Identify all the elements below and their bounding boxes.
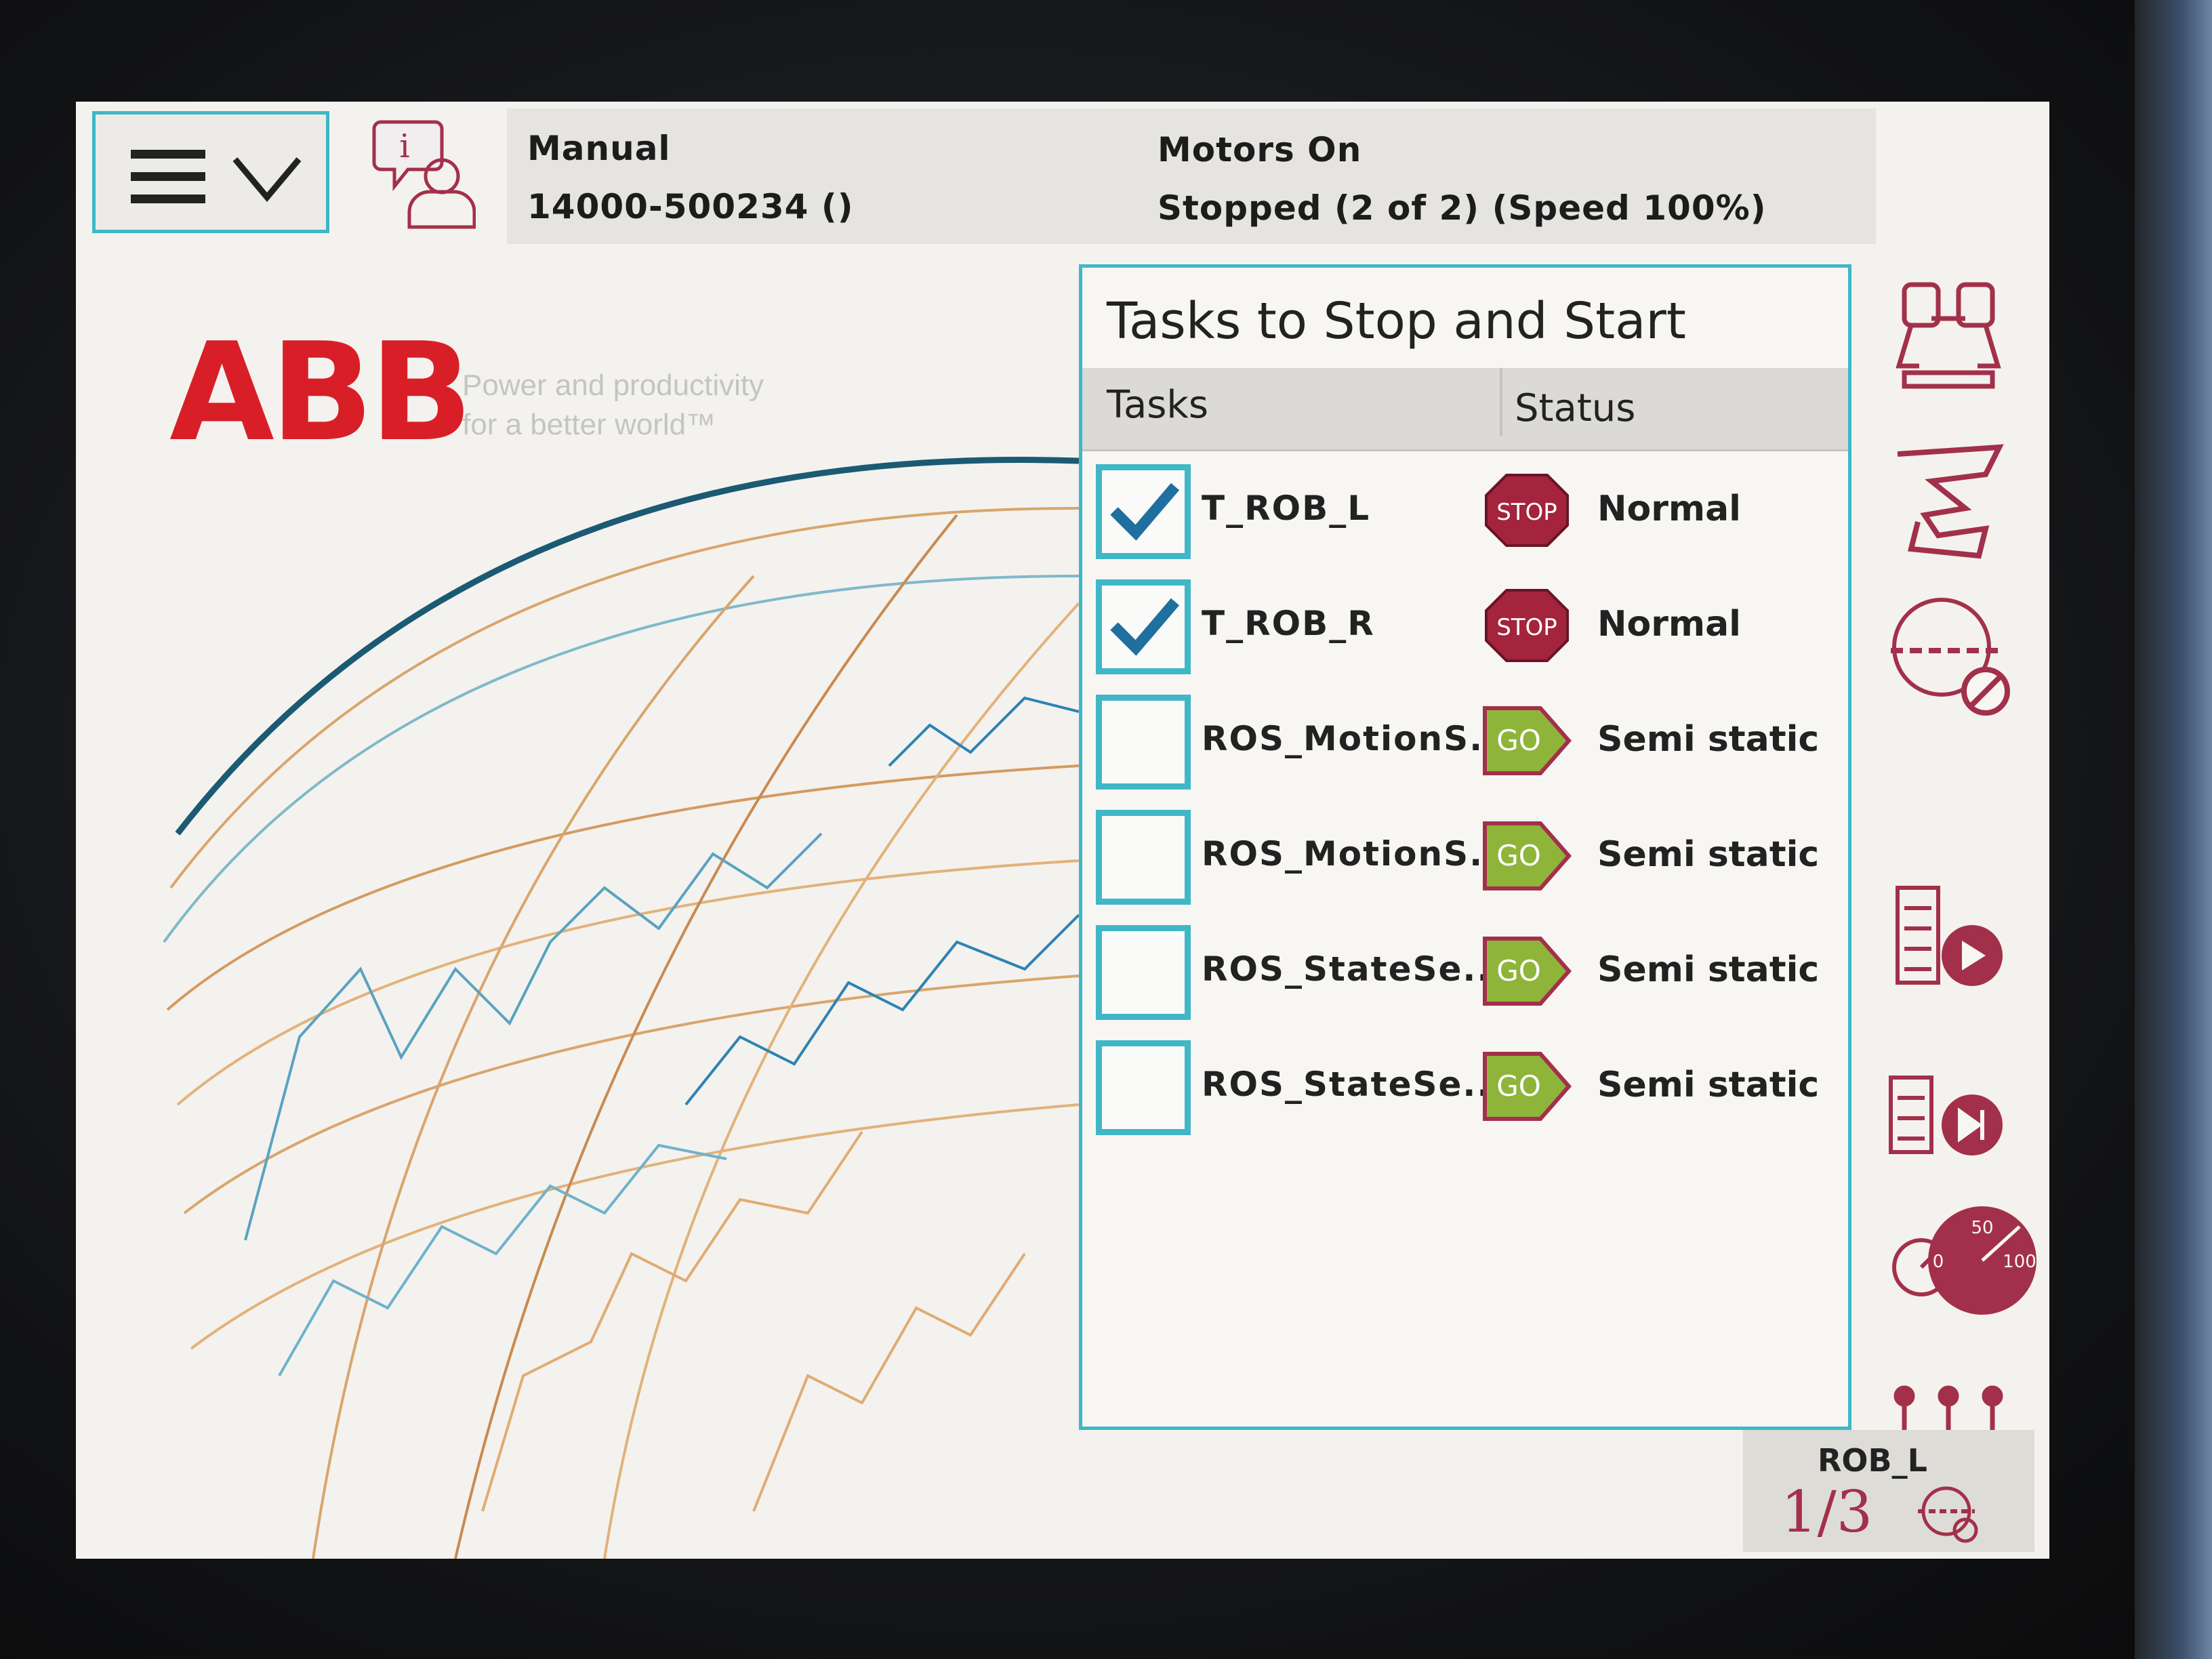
task-name: ROS_StateSe... <box>1202 949 1506 989</box>
abb-logo: ABB <box>169 314 473 472</box>
task-checkbox[interactable] <box>1096 695 1191 790</box>
status-icon-text: GO <box>1496 954 1541 987</box>
chevron-down-icon <box>232 157 302 202</box>
go-icon: GO <box>1483 937 1572 1006</box>
checkmark-icon <box>1110 483 1180 541</box>
checkmark-icon <box>1110 598 1180 656</box>
task-status: Semi static <box>1597 949 1820 990</box>
status-icon-text: STOP <box>1496 614 1557 641</box>
device-edge <box>2135 0 2212 1659</box>
execution-state: Stopped (2 of 2) (Speed 100%) <box>1158 188 1767 228</box>
go-icon: GO <box>1483 821 1572 890</box>
task-row[interactable]: T_ROB_R STOP Normal <box>1082 573 1848 688</box>
task-name: ROS_MotionS... <box>1202 719 1513 758</box>
speed-gauge-icon[interactable]: 50 0 100 <box>1884 1200 2047 1328</box>
tagline: Power and productivity for a better worl… <box>462 366 764 445</box>
task-status: Semi static <box>1597 719 1820 760</box>
status-icon-text: STOP <box>1496 499 1557 526</box>
tasks-panel: Tasks to Stop and Start Tasks Status T_R… <box>1079 264 1851 1430</box>
step-program-icon[interactable] <box>1884 1057 2013 1186</box>
task-row[interactable]: T_ROB_L STOP Normal <box>1082 457 1848 573</box>
status-icon-text: GO <box>1496 1069 1541 1103</box>
task-name: ROS_StateSe... <box>1202 1065 1506 1104</box>
task-checkbox[interactable] <box>1096 579 1191 674</box>
task-row[interactable]: ROS_MotionS... GO Semi static <box>1082 688 1848 803</box>
main-menu-button[interactable] <box>92 111 329 233</box>
task-checkbox[interactable] <box>1096 810 1191 905</box>
controller-id: 14000-500234 () <box>527 187 854 226</box>
go-icon: GO <box>1483 706 1572 775</box>
column-header-tasks: Tasks <box>1107 383 1209 427</box>
jogging-robot-icon[interactable] <box>1884 271 2013 400</box>
task-name: T_ROB_R <box>1202 604 1375 643</box>
task-status: Semi static <box>1597 1065 1820 1105</box>
task-row[interactable]: ROS_MotionS... GO Semi static <box>1082 803 1848 918</box>
tagline-line-2: for a better world™ <box>462 408 716 441</box>
task-status: Normal <box>1597 489 1741 529</box>
stop-icon: STOP <box>1485 474 1569 547</box>
task-status: Normal <box>1597 604 1741 644</box>
task-checkbox[interactable] <box>1096 464 1191 559</box>
panel-title: Tasks to Stop and Start <box>1107 292 1686 350</box>
status-bar[interactable]: Manual 14000-500234 () Motors On Stopped… <box>507 108 1876 244</box>
table-header: Tasks Status <box>1082 368 1848 451</box>
pp-to-main-disabled-icon[interactable] <box>1884 590 2013 718</box>
robot-index: 1/3 <box>1781 1479 1873 1545</box>
tagline-line-1: Power and productivity <box>462 369 764 402</box>
gauge-max-label: 100 <box>2003 1252 2036 1272</box>
pp-to-main-icon <box>1918 1486 1978 1543</box>
gauge-mid-label: 50 <box>1971 1218 1993 1238</box>
rapid-program-icon[interactable] <box>1884 434 2013 562</box>
run-program-icon[interactable] <box>1884 874 2013 1003</box>
status-icon-text: GO <box>1496 839 1541 872</box>
motors-state: Motors On <box>1158 130 1362 169</box>
task-checkbox[interactable] <box>1096 1040 1191 1135</box>
task-name: ROS_MotionS... <box>1202 834 1513 874</box>
hamburger-icon <box>131 150 205 204</box>
flexpendant-screen: ABB Power and productivity for a better … <box>76 102 2049 1559</box>
task-row[interactable]: ROS_StateSe... GO Semi static <box>1082 918 1848 1033</box>
gauge-min-label: 0 <box>1933 1252 1944 1272</box>
svg-text:i: i <box>399 127 409 165</box>
go-icon: GO <box>1483 1052 1572 1121</box>
task-checkbox[interactable] <box>1096 925 1191 1020</box>
task-status: Semi static <box>1597 834 1820 875</box>
robot-selector[interactable]: ROB_L 1/3 <box>1743 1430 2034 1552</box>
task-row[interactable]: ROS_StateSe... GO Semi static <box>1082 1033 1848 1149</box>
column-header-status: Status <box>1500 368 1635 436</box>
status-icon-text: GO <box>1496 724 1541 757</box>
event-log-icon[interactable]: i <box>367 115 476 230</box>
task-name: T_ROB_L <box>1202 489 1371 528</box>
operating-mode: Manual <box>527 129 671 168</box>
robot-name: ROB_L <box>1818 1442 1927 1479</box>
stop-icon: STOP <box>1485 589 1569 662</box>
